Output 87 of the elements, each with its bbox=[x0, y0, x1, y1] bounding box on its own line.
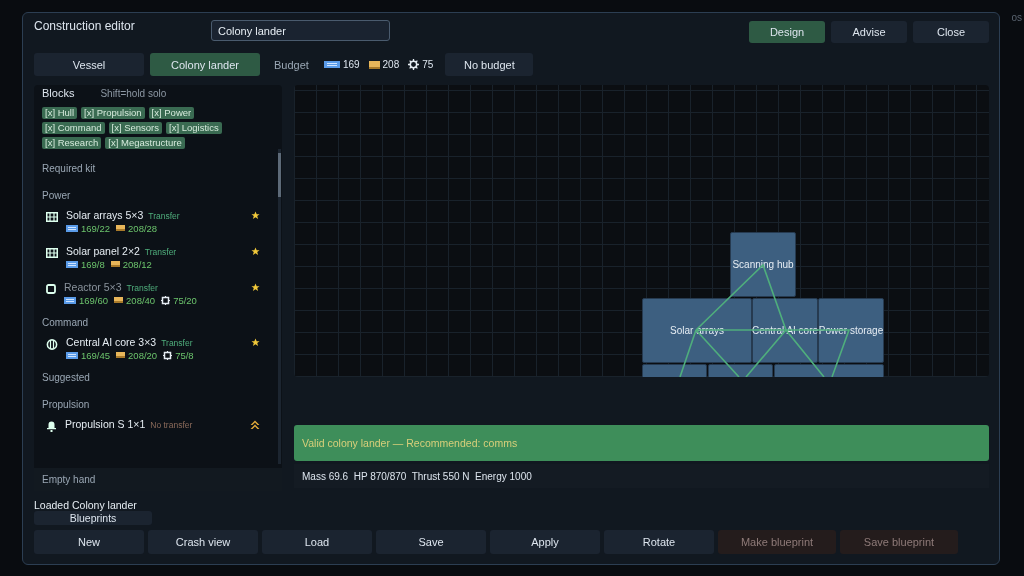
energy-icon bbox=[64, 296, 76, 304]
budget-label: Budget bbox=[274, 58, 309, 71]
resource-value: 169 bbox=[342, 59, 360, 70]
cost-value: 208/40 bbox=[126, 294, 156, 306]
module-block[interactable]: Scanning hub bbox=[730, 232, 796, 297]
build-grid[interactable]: Scanning hub Solar arrays Central AI corePower storage bbox=[294, 85, 989, 377]
transfer-tag: No transfer bbox=[150, 420, 193, 430]
window-title: Construction editor bbox=[34, 19, 136, 33]
action-button[interactable]: Rotate bbox=[604, 530, 714, 554]
star-icon bbox=[251, 338, 260, 347]
target-tab[interactable]: Colony lander bbox=[150, 53, 260, 76]
hand-text: Empty hand bbox=[42, 474, 96, 485]
cost-value: 208/28 bbox=[128, 222, 158, 234]
cost-value: 75/20 bbox=[173, 294, 197, 306]
cost-value: 208/12 bbox=[122, 258, 152, 270]
action-button[interactable]: Apply bbox=[490, 530, 600, 554]
module-block[interactable]: Power storage bbox=[818, 298, 884, 363]
module-block[interactable]: Solar arrays bbox=[642, 298, 752, 363]
filter-chip[interactable]: [x] Sensors bbox=[108, 122, 163, 134]
group-heading: Required kit bbox=[42, 163, 97, 176]
filter-chip[interactable]: [x] Propulsion bbox=[81, 107, 145, 119]
panel-grid-icon bbox=[46, 212, 58, 222]
chip-icon bbox=[161, 295, 171, 305]
target-tab[interactable]: Vessel bbox=[34, 53, 144, 76]
validation-banner: Valid colony lander — Recommended: comms bbox=[294, 425, 989, 461]
ingot-icon bbox=[110, 261, 120, 267]
block-name[interactable]: Central AI core 3×3 bbox=[66, 336, 157, 348]
resource-value: 75 bbox=[422, 59, 434, 70]
transfer-tag: Transfer bbox=[148, 211, 180, 221]
action-button[interactable]: Load bbox=[262, 530, 372, 554]
energy-icon bbox=[66, 351, 78, 359]
filter-chip[interactable]: [x] Command bbox=[42, 122, 105, 134]
star-icon bbox=[251, 211, 260, 220]
transfer-tag: Transfer bbox=[126, 283, 158, 293]
star-icon bbox=[251, 247, 260, 256]
square-icon bbox=[46, 284, 56, 294]
group-heading: Suggested bbox=[42, 372, 91, 385]
filter-chip[interactable]: [x] Hull bbox=[42, 107, 78, 119]
chevron-icon bbox=[250, 420, 260, 430]
resource-value: 208 bbox=[382, 59, 400, 70]
panel-grid-icon bbox=[46, 248, 58, 258]
filter-chip[interactable]: [x] Logistics bbox=[166, 122, 222, 134]
gear-icon bbox=[408, 59, 420, 70]
cost-value: 169/8 bbox=[81, 258, 105, 270]
filter-chip[interactable]: [x] Megastructure bbox=[105, 137, 185, 149]
category-heading: Power bbox=[42, 190, 72, 203]
category-heading: Propulsion bbox=[42, 399, 91, 412]
block-name[interactable]: Propulsion S 1×1 bbox=[65, 418, 146, 430]
ingot-icon bbox=[116, 352, 126, 358]
mode-button[interactable]: Advise bbox=[831, 21, 907, 43]
cost-value: 169/22 bbox=[81, 222, 111, 234]
stats-text: Mass 69.6 HP 870/870 Thrust 550 N Energy 1000 bbox=[302, 470, 532, 482]
energy-icon bbox=[66, 224, 78, 232]
filter-chip[interactable]: [x] Power bbox=[148, 107, 195, 119]
loaded-status: Loaded Colony lander bbox=[34, 499, 138, 511]
action-button[interactable]: Save bbox=[376, 530, 486, 554]
bell-icon bbox=[46, 421, 57, 432]
energy-icon bbox=[66, 260, 78, 268]
transfer-tag: Transfer bbox=[144, 247, 177, 257]
blueprints-button[interactable]: Blueprints bbox=[34, 511, 152, 525]
module-block[interactable]: Central AI core bbox=[752, 298, 818, 363]
cost-value: 208/20 bbox=[128, 349, 158, 361]
category-heading: Command bbox=[42, 317, 90, 330]
action-button[interactable]: Crash view bbox=[148, 530, 258, 554]
mode-button[interactable]: Close bbox=[913, 21, 989, 43]
transfer-tag: Transfer bbox=[161, 338, 193, 348]
no-budget-button[interactable]: No budget bbox=[445, 53, 534, 76]
panel-title: Blocks bbox=[42, 87, 75, 99]
ingot-icon bbox=[114, 297, 124, 303]
block-name[interactable]: Solar arrays 5×3 bbox=[66, 209, 144, 221]
mode-button[interactable]: Design bbox=[749, 21, 825, 43]
background-text: os bbox=[1011, 12, 1022, 23]
name-field[interactable]: Colony lander bbox=[211, 20, 390, 41]
star-icon bbox=[251, 283, 260, 292]
hint-text: Shift=hold solo bbox=[100, 88, 167, 99]
ingot-icon bbox=[368, 60, 380, 69]
cost-value: 169/45 bbox=[81, 349, 111, 361]
chip-icon bbox=[163, 350, 173, 360]
filter-chip[interactable]: [x] Research bbox=[42, 137, 102, 149]
cost-value: 75/8 bbox=[175, 349, 194, 361]
scrollbar-thumb[interactable] bbox=[278, 153, 281, 197]
energy-icon bbox=[323, 60, 340, 69]
block-name[interactable]: Solar panel 2×2 bbox=[66, 245, 140, 257]
action-button[interactable]: New bbox=[34, 530, 144, 554]
cost-value: 169/60 bbox=[79, 294, 109, 306]
core-icon bbox=[46, 339, 58, 350]
ingot-icon bbox=[116, 225, 126, 231]
